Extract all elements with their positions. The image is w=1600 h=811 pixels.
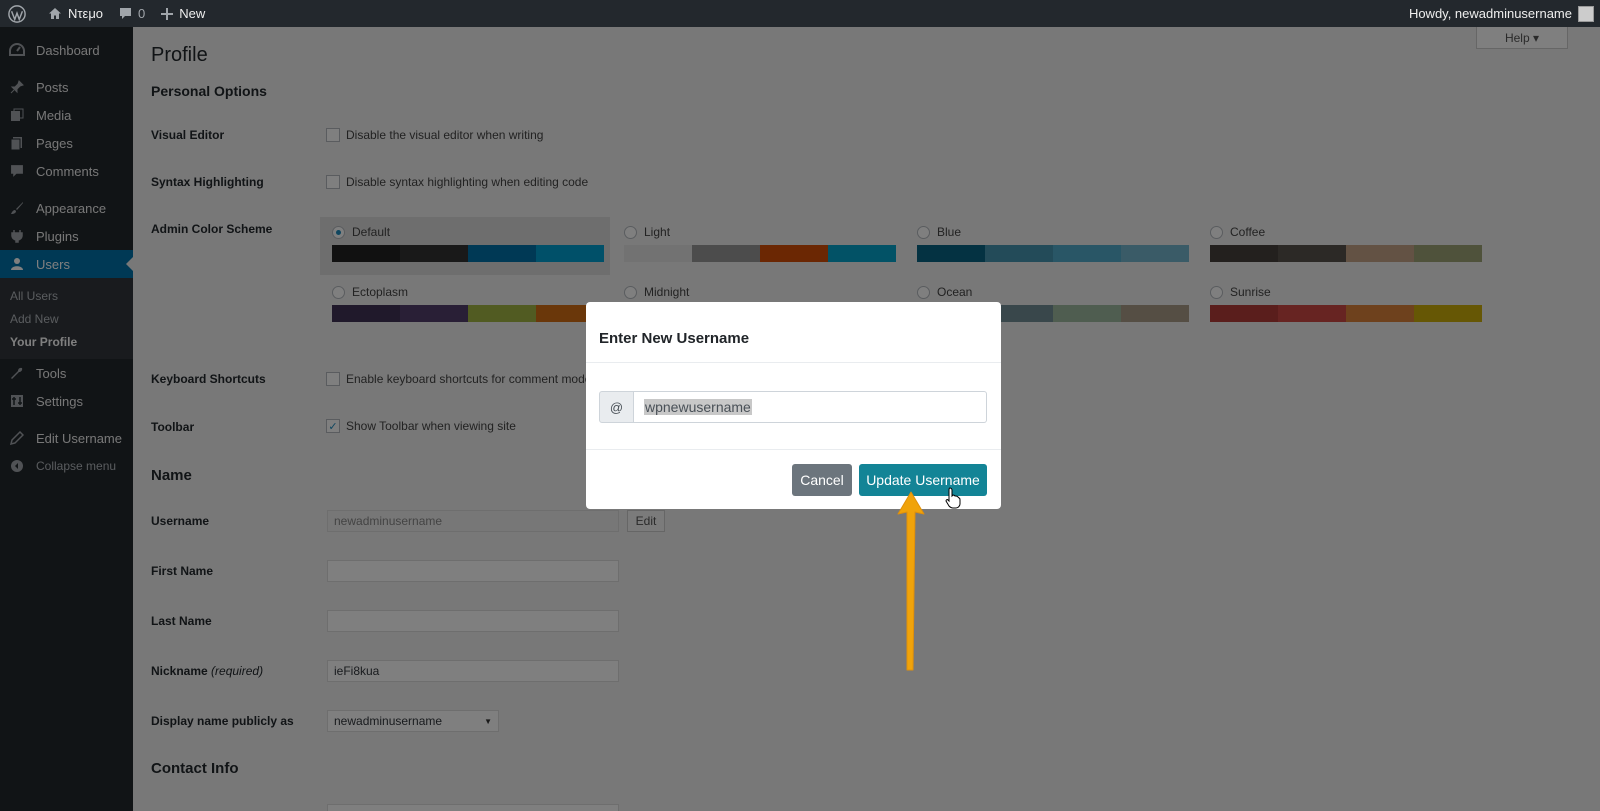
username-modal: Enter New Username @ wpnewusername Cance… xyxy=(586,302,1001,509)
at-prefix: @ xyxy=(599,391,634,423)
cancel-button[interactable]: Cancel xyxy=(792,464,852,496)
annotation-arrow xyxy=(897,491,925,671)
new-username-input[interactable]: wpnewusername xyxy=(634,391,987,423)
new-username-value: wpnewusername xyxy=(644,399,752,415)
adminbar-backdrop xyxy=(0,0,1600,27)
modal-title: Enter New Username xyxy=(599,330,750,347)
hand-cursor-icon xyxy=(945,487,961,509)
modal-divider xyxy=(586,362,1001,363)
username-input-group: @ wpnewusername xyxy=(599,391,987,423)
modal-divider xyxy=(586,449,1001,450)
